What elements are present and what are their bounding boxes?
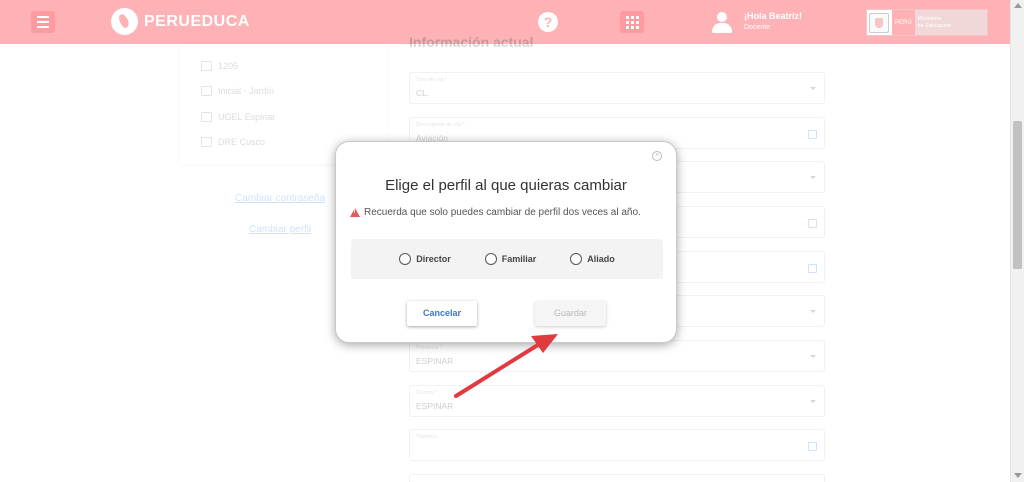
arrow-head xyxy=(531,334,558,353)
scroll-up-arrow-icon[interactable] xyxy=(1014,3,1022,8)
page-scrollbar[interactable] xyxy=(1010,0,1024,482)
arrow-shaft xyxy=(454,341,543,398)
scroll-down-arrow-icon[interactable] xyxy=(1014,473,1022,478)
scrollbar-thumb[interactable] xyxy=(1013,121,1022,269)
annotation-arrow xyxy=(454,334,558,398)
